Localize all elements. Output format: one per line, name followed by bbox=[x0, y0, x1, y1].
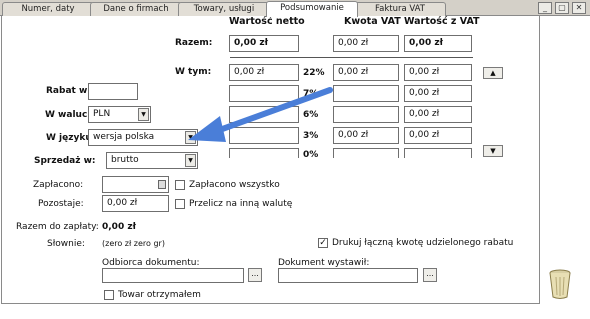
waluta-value: PLN bbox=[93, 109, 111, 119]
tab-numer-daty[interactable]: Numer, daty bbox=[2, 2, 94, 16]
jezyk-value: wersja polska bbox=[93, 132, 155, 142]
sprzedaz-value: brutto bbox=[111, 155, 139, 165]
column-header-vat: Kwota VAT bbox=[344, 16, 401, 27]
pozostaje-label: Pozostaje: bbox=[38, 199, 84, 209]
tab-faktura-vat[interactable]: Faktura VAT bbox=[354, 2, 446, 16]
slownie-value: (zero zł zero gr) bbox=[102, 239, 165, 248]
przelicz-checkbox[interactable] bbox=[175, 199, 185, 209]
towar-checkbox[interactable] bbox=[104, 290, 114, 300]
slownie-label: Słownie: bbox=[47, 239, 85, 249]
calculator-icon[interactable] bbox=[158, 180, 166, 189]
tab-dane-o-firmach[interactable]: Dane o firmach bbox=[90, 2, 182, 16]
column-header-brutto: Wartość z VAT bbox=[404, 16, 480, 27]
vat-row-brutto-field[interactable]: 0,00 zł bbox=[404, 85, 472, 102]
vat-row-brutto-field[interactable]: 0,00 zł bbox=[404, 64, 472, 81]
vat-row-vat-field[interactable]: 0,00 zł bbox=[333, 127, 399, 144]
zaplacono-wszystko-label: Zapłacono wszystko bbox=[189, 180, 280, 190]
razem-vat-field[interactable]: 0,00 zł bbox=[333, 35, 399, 52]
scroll-down-button[interactable]: ▼ bbox=[483, 145, 503, 157]
close-button[interactable]: ✕ bbox=[572, 2, 586, 14]
razem-do-zaplaty-value: 0,00 zł bbox=[102, 222, 136, 232]
razem-do-zaplaty-label: Razem do zapłaty: bbox=[16, 222, 99, 232]
pozostaje-field[interactable]: 0,00 zł bbox=[102, 195, 169, 212]
tab-towary-uslugi[interactable]: Towary, usługi bbox=[178, 2, 270, 16]
vat-row-vat-field[interactable] bbox=[333, 106, 399, 123]
window-controls: _ ▢ ✕ bbox=[538, 2, 586, 14]
zaplacono-label: Zapłacono: bbox=[33, 180, 84, 190]
annotation-arrow-icon bbox=[188, 87, 333, 142]
column-header-netto: Wartość netto bbox=[229, 16, 305, 27]
drukuj-label: Drukuj łączną kwotę udzielonego rabatu bbox=[332, 238, 514, 248]
wystawil-label: Dokument wystawił: bbox=[278, 258, 370, 268]
waluta-select[interactable]: PLN ▼ bbox=[88, 106, 151, 123]
vat-rate-label: 22% bbox=[303, 68, 325, 78]
odbiorca-browse-button[interactable]: ... bbox=[248, 268, 262, 282]
totals-separator bbox=[230, 57, 473, 58]
zaplacono-wszystko-checkbox[interactable] bbox=[175, 180, 185, 190]
vat-row-vat-field[interactable]: 0,00 zł bbox=[333, 64, 399, 81]
sprzedaz-select[interactable]: brutto ▼ bbox=[106, 152, 198, 169]
vat-row-brutto-field[interactable]: 0,00 zł bbox=[404, 127, 472, 144]
minimize-button[interactable]: _ bbox=[538, 2, 552, 14]
tab-podsumowanie[interactable]: Podsumowanie bbox=[266, 1, 358, 17]
chevron-down-icon[interactable]: ▼ bbox=[185, 154, 196, 167]
wystawil-field[interactable] bbox=[278, 268, 418, 283]
razem-netto-field[interactable]: 0,00 zł bbox=[229, 35, 299, 52]
w-tym-label: W tym: bbox=[175, 67, 212, 77]
odbiorca-field[interactable] bbox=[102, 268, 244, 283]
vat-row-vat-field[interactable] bbox=[333, 85, 399, 102]
vat-row-vat-field[interactable] bbox=[333, 148, 399, 158]
vat-rate-label: 0% bbox=[303, 150, 319, 160]
recycle-bin-icon[interactable] bbox=[548, 268, 572, 300]
vat-row-netto-field[interactable]: 0,00 zł bbox=[229, 64, 299, 81]
razem-brutto-field[interactable]: 0,00 zł bbox=[404, 35, 472, 52]
vat-row-brutto-field[interactable] bbox=[404, 148, 472, 158]
sprzedaz-label: Sprzedaż w: bbox=[34, 156, 96, 166]
razem-label: Razem: bbox=[175, 38, 213, 48]
rabat-field[interactable] bbox=[88, 83, 138, 100]
przelicz-label: Przelicz na inną walutę bbox=[189, 199, 293, 209]
odbiorca-label: Odbiorca dokumentu: bbox=[102, 258, 200, 268]
wystawil-browse-button[interactable]: ... bbox=[423, 268, 437, 282]
drukuj-checkbox[interactable]: ✓ bbox=[318, 238, 328, 248]
vat-row-brutto-field[interactable]: 0,00 zł bbox=[404, 106, 472, 123]
scroll-up-button[interactable]: ▲ bbox=[483, 67, 503, 79]
restore-button[interactable]: ▢ bbox=[555, 2, 569, 14]
towar-label: Towar otrzymałem bbox=[118, 290, 201, 300]
chevron-down-icon[interactable]: ▼ bbox=[138, 108, 149, 121]
